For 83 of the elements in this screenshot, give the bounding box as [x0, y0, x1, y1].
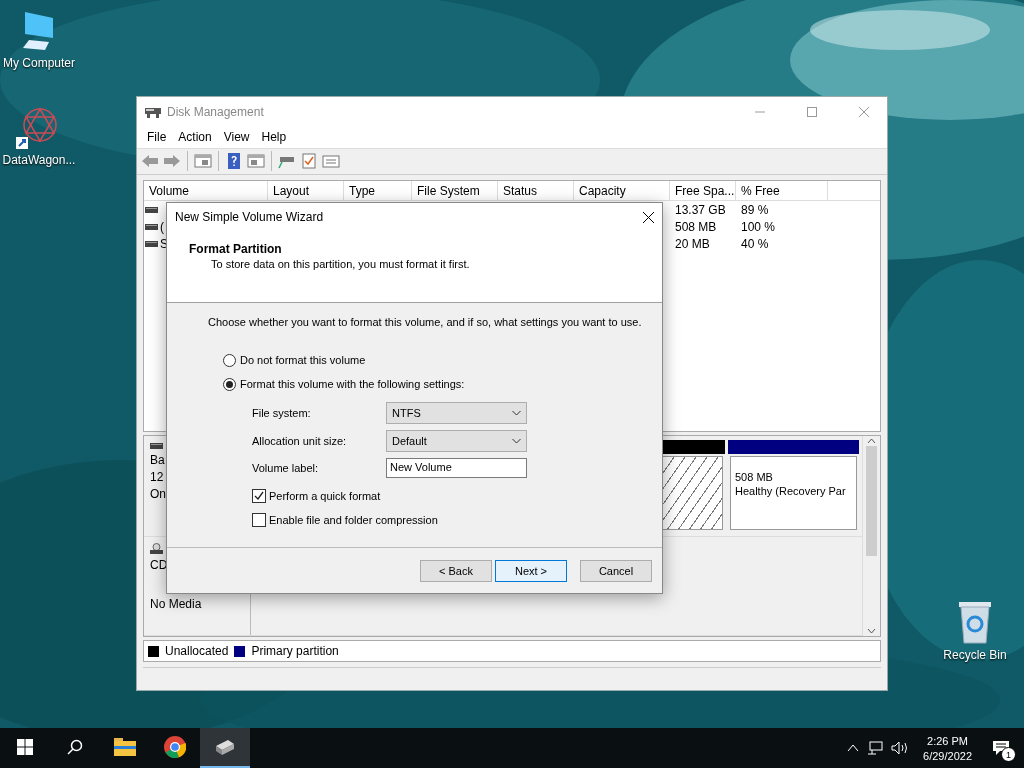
- network-icon[interactable]: [867, 741, 884, 755]
- column-header[interactable]: Status: [498, 181, 574, 200]
- table-cell-text: 40 %: [740, 236, 770, 251]
- cd-drive-icon: [150, 543, 163, 555]
- desktop-icon-label[interactable]: Recycle Bin: [943, 648, 1007, 662]
- maximize-icon: [807, 107, 817, 117]
- checkbox[interactable]: [252, 489, 266, 503]
- field-label: Allocation unit size:: [252, 435, 348, 447]
- field-label: Volume label:: [252, 462, 320, 474]
- chevron-down-icon: [512, 438, 521, 444]
- disk-drive-icon: [145, 105, 161, 119]
- dialog-title: New Simple Volume Wizard: [175, 210, 324, 224]
- windows-icon: [17, 739, 33, 755]
- partition-box[interactable]: 508 MB Healthy (Recovery Par: [730, 456, 857, 530]
- column-header[interactable]: % Free: [736, 181, 828, 200]
- desktop-icon-label[interactable]: DataWagon...: [2, 153, 76, 167]
- table-cell-text: 20 MB: [674, 236, 711, 251]
- checkbox[interactable]: [252, 513, 266, 527]
- table-cell-text: 89 %: [740, 202, 770, 217]
- speaker-icon[interactable]: [891, 741, 910, 755]
- column-header[interactable]: Layout: [268, 181, 344, 200]
- scroll-down-icon[interactable]: [867, 628, 876, 634]
- disk-label: On: [150, 487, 167, 501]
- checkbox-label: Enable file and folder compression: [269, 514, 438, 526]
- close-icon[interactable]: [643, 211, 654, 223]
- checklist-icon[interactable]: [300, 153, 318, 170]
- column-header[interactable]: File System: [412, 181, 498, 200]
- table-cell-text: 13.37 GB: [674, 202, 727, 217]
- column-header[interactable]: Free Spa...: [670, 181, 736, 200]
- table-cell-text: 508 MB: [674, 219, 718, 234]
- volume-icon: [145, 222, 158, 231]
- scrollbar[interactable]: [862, 436, 880, 636]
- window-title: Disk Management: [167, 105, 265, 119]
- option-label: Do not format this volume: [240, 354, 366, 366]
- volume-icon: [145, 239, 158, 248]
- partition-text: Healthy (Recovery Par: [735, 485, 847, 497]
- dropdown[interactable]: NTFS: [386, 402, 527, 424]
- clock[interactable]: 2:26 PM 6/29/2022: [917, 734, 978, 762]
- page-heading: Format Partition: [189, 242, 283, 256]
- notifications-button[interactable]: 1: [986, 733, 1016, 763]
- partition-text: 508 MB: [735, 471, 774, 483]
- dialog-button[interactable]: < Back: [420, 559, 492, 582]
- help-icon[interactable]: [225, 153, 243, 170]
- volume-icon: [145, 205, 158, 214]
- page-subtitle: To store data on this partition, you must format it first.: [210, 258, 471, 270]
- scroll-up-icon[interactable]: [867, 438, 876, 444]
- column-header[interactable]: Type: [344, 181, 412, 200]
- menu-item[interactable]: File: [141, 130, 173, 145]
- column-header[interactable]: Volume: [144, 181, 268, 200]
- column-header[interactable]: Capacity: [574, 181, 670, 200]
- disk-label: Ba: [150, 453, 166, 467]
- panel-icon[interactable]: [194, 153, 212, 170]
- folder-icon: [114, 738, 136, 756]
- taskbar-button[interactable]: [200, 728, 250, 768]
- dialog-button[interactable]: Next >: [495, 559, 567, 582]
- disk-label: 12: [150, 470, 165, 484]
- radio-button[interactable]: [223, 353, 236, 367]
- legend-label: Unallocated: [165, 644, 229, 658]
- desktop-icon-label[interactable]: My Computer: [3, 56, 75, 70]
- browser-icon: [164, 736, 186, 758]
- chevron-down-icon: [512, 410, 521, 416]
- menu-item[interactable]: View: [217, 130, 256, 145]
- disk-label: No Media: [150, 597, 203, 611]
- table-cell: (: [160, 219, 164, 234]
- option-label: Format this volume with the following settings:: [240, 378, 465, 390]
- table-cell-text: 100 %: [740, 219, 777, 234]
- instruction-text: Choose whether you want to format this volume, and if so, what settings you want to use.: [208, 316, 643, 328]
- menu-item[interactable]: Action: [172, 130, 218, 145]
- dialog-button[interactable]: Cancel: [580, 559, 652, 582]
- input-field[interactable]: New Volume: [386, 458, 527, 478]
- search-icon: [67, 739, 83, 755]
- close-icon: [859, 107, 869, 117]
- radio-button[interactable]: [223, 377, 236, 391]
- checkbox-label: Perform a quick format: [269, 490, 381, 502]
- menu-item[interactable]: Help: [255, 130, 293, 145]
- notification-count: 1: [1001, 747, 1016, 762]
- field-label: File system:: [252, 407, 312, 419]
- dropdown[interactable]: Default: [386, 430, 527, 452]
- panel-icon[interactable]: [247, 153, 265, 170]
- disk-drive-icon: [214, 738, 236, 756]
- legend-label: Primary partition: [251, 644, 339, 658]
- chevron-up-icon[interactable]: [847, 744, 860, 752]
- recycle-bin-icon: [957, 600, 993, 644]
